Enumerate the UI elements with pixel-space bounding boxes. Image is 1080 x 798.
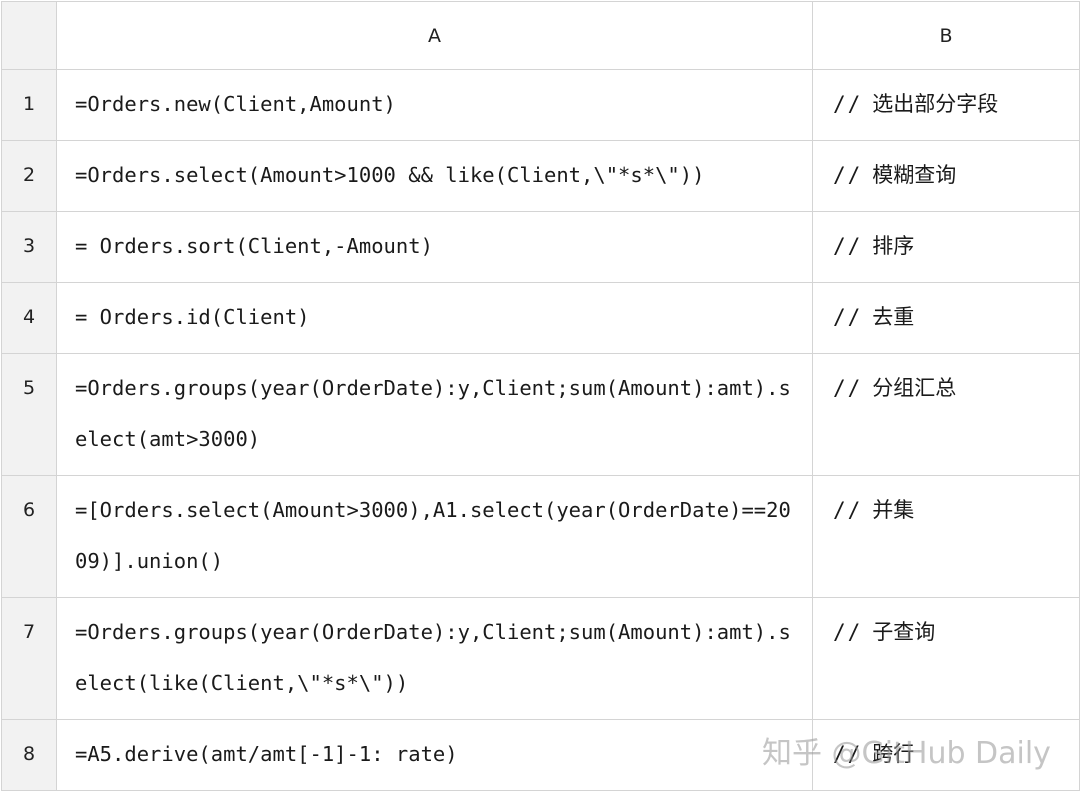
column-header-row: A B [1,1,1080,70]
cell-b3[interactable]: // 排序 [812,211,1080,283]
table-row: 6 =[Orders.select(Amount>3000),A1.select… [1,475,1080,598]
spreadsheet-table: A B 1 =Orders.new(Client,Amount) // 选出部分字… [1,1,1080,791]
column-header-b[interactable]: B [812,1,1080,70]
cell-a3[interactable]: = Orders.sort(Client,-Amount) [56,211,813,283]
comment-text: 选出部分字段 [872,92,999,116]
table-row: 8 =A5.derive(amt/amt[-1]-1: rate) // 跨行 [1,719,1080,791]
row-header[interactable]: 8 [1,719,57,791]
comment-text: 分组汇总 [872,376,957,400]
comment-text: 去重 [872,305,915,329]
table-row: 1 =Orders.new(Client,Amount) // 选出部分字段 [1,69,1080,141]
comment-prefix: // [833,234,863,258]
row-number: 6 [22,499,36,521]
cell-a5[interactable]: =Orders.groups(year(OrderDate):y,Client;… [56,353,813,476]
comment-prefix: // [833,620,863,644]
row-number: 7 [22,621,36,643]
cell-b4[interactable]: // 去重 [812,282,1080,354]
row-number: 8 [22,743,36,765]
row-number: 1 [22,93,36,115]
cell-a1[interactable]: =Orders.new(Client,Amount) [56,69,813,141]
comment-text: 并集 [872,498,915,522]
comment-prefix: // [833,376,863,400]
comment-text: 跨行 [872,742,915,766]
row-header[interactable]: 6 [1,475,57,598]
cell-b5[interactable]: // 分组汇总 [812,353,1080,476]
cell-a6[interactable]: =[Orders.select(Amount>3000),A1.select(y… [56,475,813,598]
cell-b8[interactable]: // 跨行 [812,719,1080,791]
row-header[interactable]: 4 [1,282,57,354]
cell-b7[interactable]: // 子查询 [812,597,1080,720]
column-header-a[interactable]: A [56,1,813,70]
cell-b6[interactable]: // 并集 [812,475,1080,598]
comment-text: 子查询 [872,620,936,644]
table-row: 5 =Orders.groups(year(OrderDate):y,Clien… [1,353,1080,476]
comment-prefix: // [833,498,863,522]
table-row: 7 =Orders.groups(year(OrderDate):y,Clien… [1,597,1080,720]
table-row: 2 =Orders.select(Amount>1000 && like(Cli… [1,140,1080,212]
row-header[interactable]: 7 [1,597,57,720]
row-header[interactable]: 2 [1,140,57,212]
table-row: 3 = Orders.sort(Client,-Amount) // 排序 [1,211,1080,283]
comment-prefix: // [833,92,863,116]
row-header[interactable]: 3 [1,211,57,283]
cell-a7[interactable]: =Orders.groups(year(OrderDate):y,Client;… [56,597,813,720]
row-number: 3 [22,235,36,257]
cell-a4[interactable]: = Orders.id(Client) [56,282,813,354]
comment-prefix: // [833,163,863,187]
table-row: 4 = Orders.id(Client) // 去重 [1,282,1080,354]
row-number: 5 [22,377,36,399]
row-number: 2 [22,164,36,186]
row-number: 4 [22,306,36,328]
row-header[interactable]: 5 [1,353,57,476]
cell-b2[interactable]: // 模糊查询 [812,140,1080,212]
cell-a8[interactable]: =A5.derive(amt/amt[-1]-1: rate) [56,719,813,791]
corner-cell[interactable] [1,1,57,70]
comment-prefix: // [833,742,863,766]
comment-text: 模糊查询 [872,163,957,187]
comment-prefix: // [833,305,863,329]
cell-b1[interactable]: // 选出部分字段 [812,69,1080,141]
row-header[interactable]: 1 [1,69,57,141]
comment-text: 排序 [872,234,915,258]
cell-a2[interactable]: =Orders.select(Amount>1000 && like(Clien… [56,140,813,212]
